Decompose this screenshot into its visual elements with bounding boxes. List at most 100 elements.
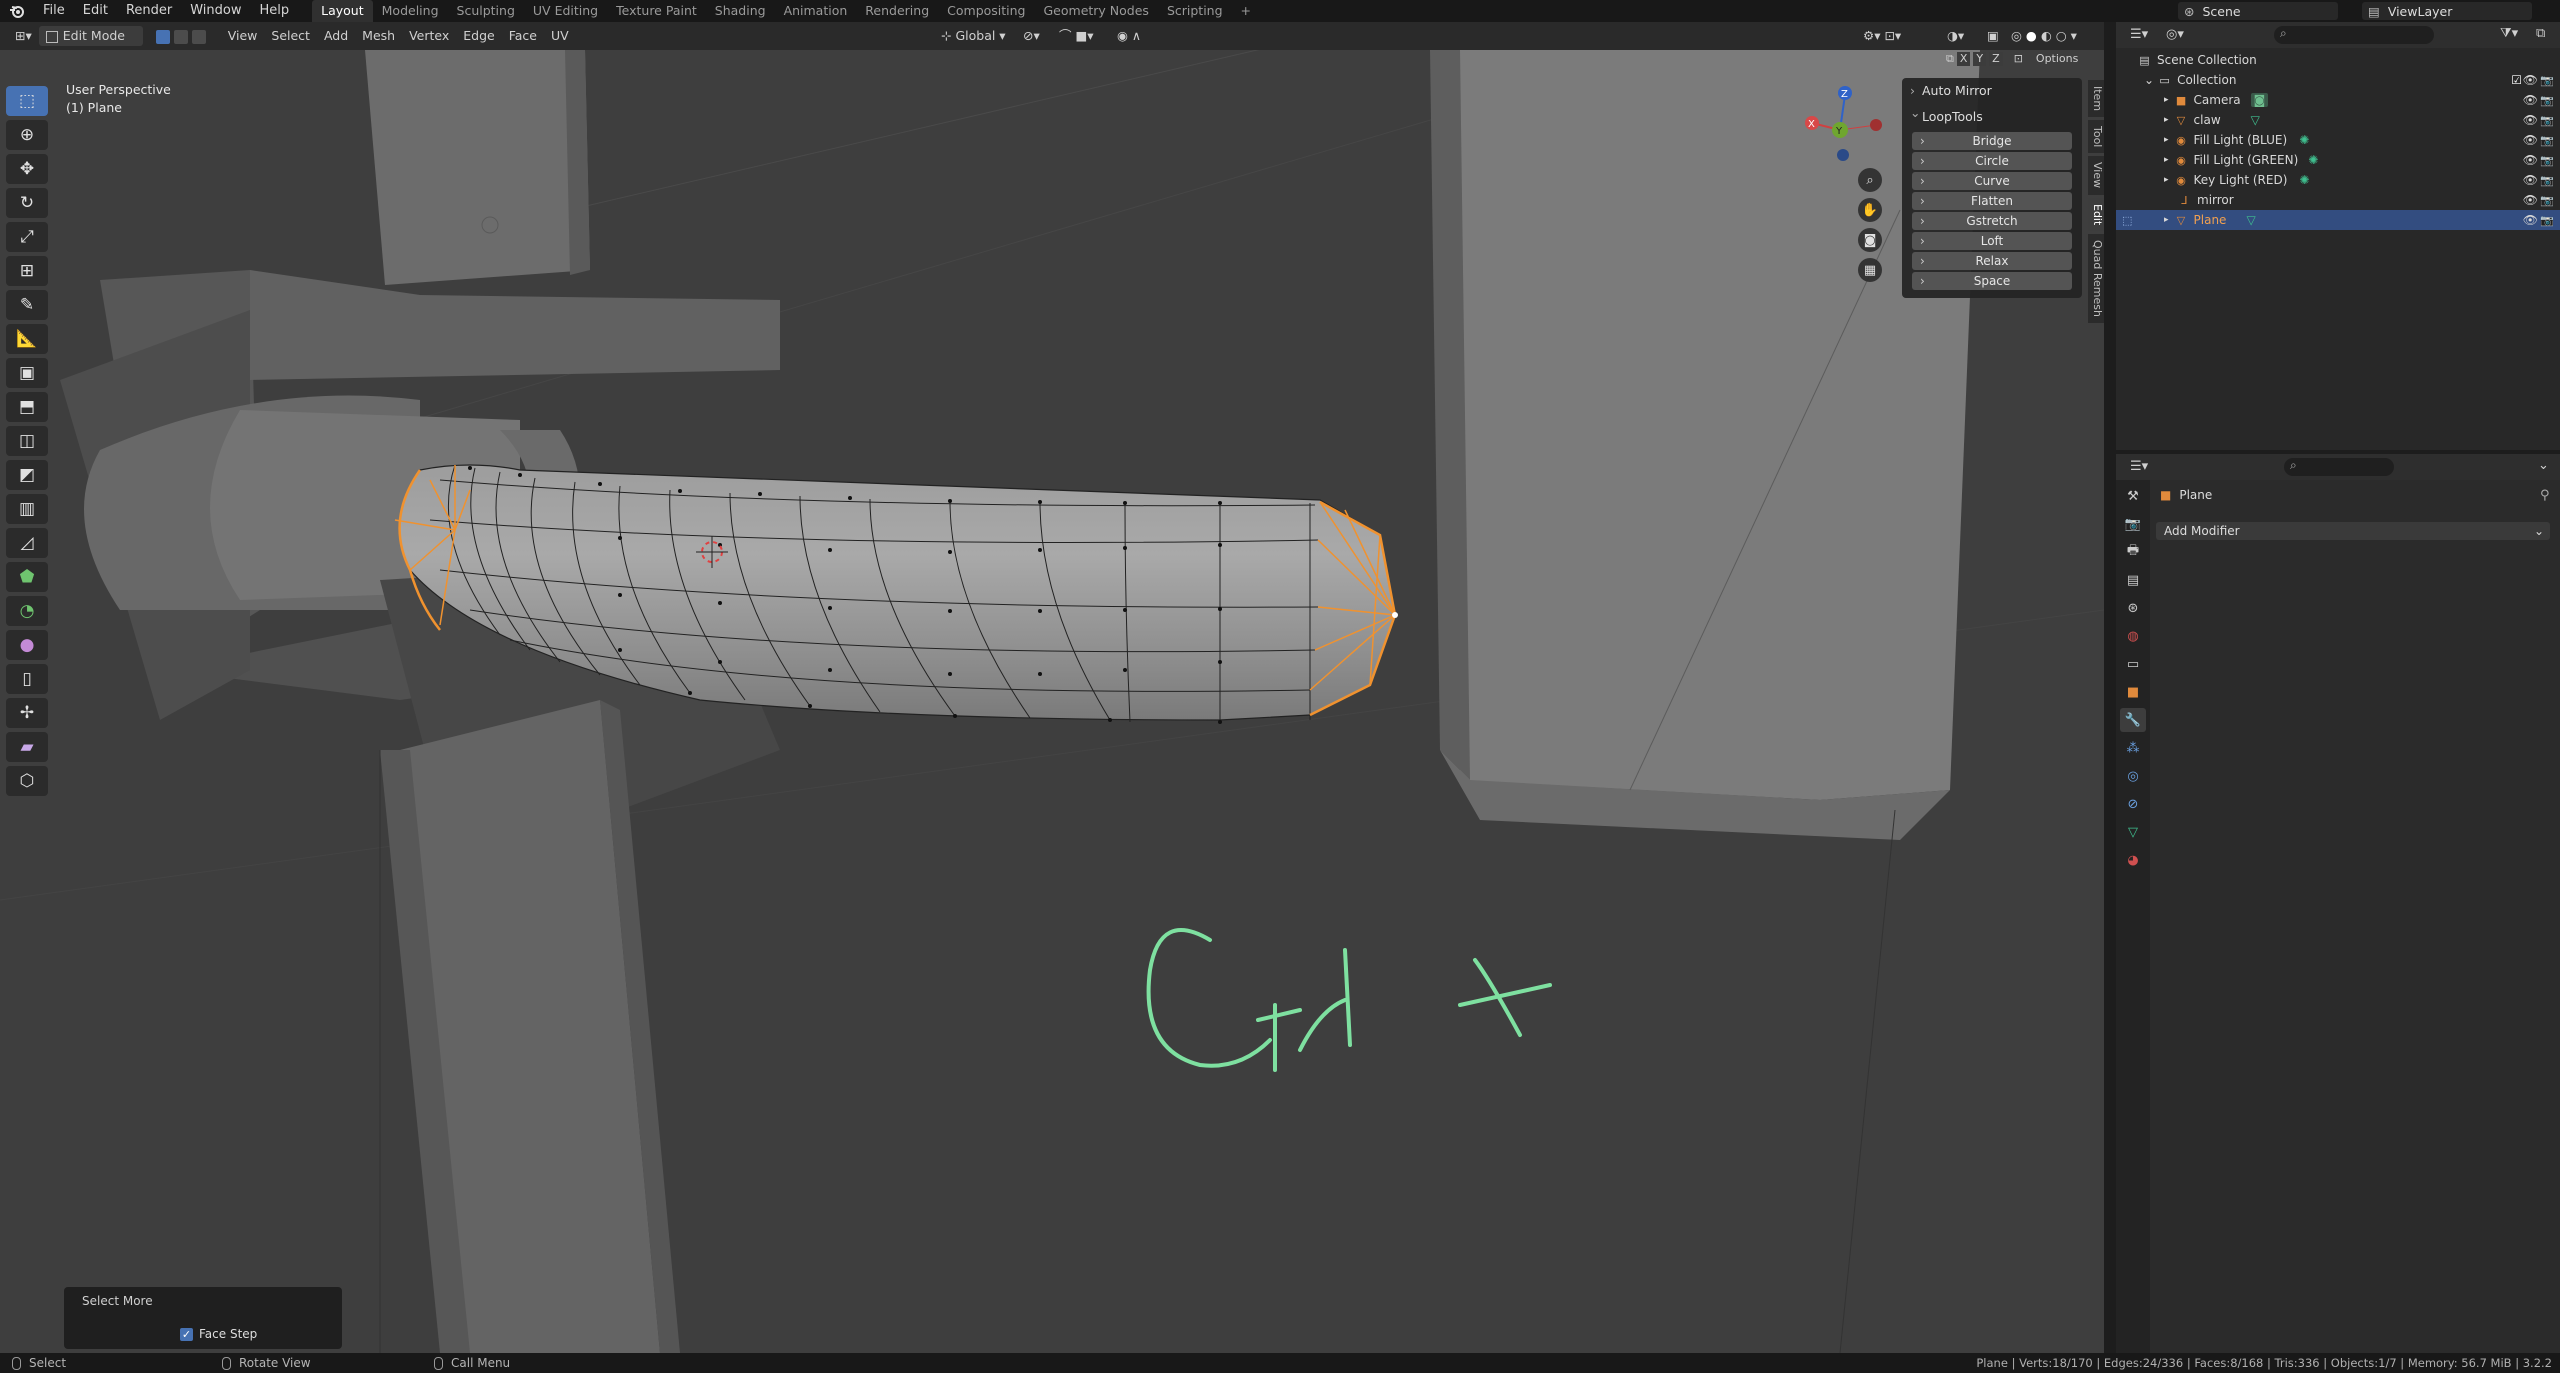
- add-modifier-dropdown[interactable]: Add Modifier ⌄: [2156, 522, 2550, 540]
- xray-toggle-icon[interactable]: ▣: [1980, 26, 2006, 46]
- outliner-item-fill-light-blue[interactable]: ▸ ◉ Fill Light (BLUE) ✺ 👁 📷: [2116, 130, 2560, 150]
- menu-vertex[interactable]: Vertex: [402, 26, 456, 46]
- tool-tab-icon[interactable]: ⚒: [2120, 484, 2146, 508]
- tab-uv-editing[interactable]: UV Editing: [524, 0, 607, 22]
- render-camera-icon[interactable]: 📷: [2540, 154, 2554, 167]
- overlays-toggle-icon[interactable]: ◑▾: [1940, 26, 1971, 46]
- inset-tool-icon[interactable]: ◫: [6, 426, 48, 456]
- tab-compositing[interactable]: Compositing: [938, 0, 1034, 22]
- transform-orientation-dropdown[interactable]: ⊹ Global ▾: [934, 26, 1013, 46]
- expand-arrow-icon[interactable]: ▸: [2164, 155, 2169, 165]
- menu-window[interactable]: Window: [181, 0, 250, 22]
- render-camera-icon[interactable]: 📷: [2540, 174, 2554, 187]
- menu-mesh[interactable]: Mesh: [355, 26, 402, 46]
- editor-type-icon[interactable]: ☰▾: [2130, 27, 2148, 42]
- camera-view-icon[interactable]: ◙: [1858, 228, 1882, 252]
- render-camera-icon[interactable]: 📷: [2540, 94, 2554, 107]
- outliner-item-claw[interactable]: ▸ ▽ claw ▽ 👁 📷: [2116, 110, 2560, 130]
- scene-tab-icon[interactable]: ⊛: [2120, 596, 2146, 620]
- outliner-item-key-light-red[interactable]: ▸ ◉ Key Light (RED) ✺ 👁 📷: [2116, 170, 2560, 190]
- editor-type-button[interactable]: ⊞▾: [8, 26, 39, 46]
- sidebar-tab-tool[interactable]: Tool: [2088, 120, 2104, 154]
- data-tab-icon[interactable]: ▽: [2120, 820, 2146, 844]
- render-camera-icon[interactable]: 📷: [2540, 194, 2554, 207]
- exclude-checkbox[interactable]: ☑: [2511, 73, 2522, 87]
- redo-panel-title[interactable]: Select More: [64, 1287, 342, 1308]
- looptools-circle-button[interactable]: Circle: [1912, 152, 2072, 170]
- wireframe-shading-icon[interactable]: ◎: [2011, 28, 2022, 43]
- looptools-space-button[interactable]: Space: [1912, 272, 2072, 290]
- measure-tool-icon[interactable]: 📐: [6, 324, 48, 354]
- render-tab-icon[interactable]: 📷: [2120, 512, 2146, 536]
- tab-animation[interactable]: Animation: [775, 0, 857, 22]
- select-mode-buttons[interactable]: [149, 26, 213, 46]
- outliner-collection[interactable]: ⌄ ▭ Collection ☑ 👁 📷: [2116, 70, 2560, 90]
- expand-arrow-icon[interactable]: ▸: [2164, 115, 2169, 125]
- view-layer-selector[interactable]: ▤ ViewLayer: [2362, 2, 2532, 20]
- constraints-tab-icon[interactable]: ⊘: [2120, 792, 2146, 816]
- menu-face[interactable]: Face: [502, 26, 544, 46]
- menu-view[interactable]: View: [221, 26, 265, 46]
- looptools-flatten-button[interactable]: Flatten: [1912, 192, 2072, 210]
- tab-layout[interactable]: Layout: [312, 0, 373, 22]
- rip-tool-icon[interactable]: ⬡: [6, 766, 48, 796]
- display-mode-icon[interactable]: ◎▾: [2166, 27, 2184, 42]
- pin-icon[interactable]: ⚲: [2540, 488, 2550, 503]
- shear-tool-icon[interactable]: ▰: [6, 732, 48, 762]
- edge-slide-tool-icon[interactable]: ▯: [6, 664, 48, 694]
- looptools-bridge-button[interactable]: Bridge: [1912, 132, 2072, 150]
- mirror-y-toggle[interactable]: Y: [1973, 52, 1987, 66]
- add-cube-tool-icon[interactable]: ▣: [6, 358, 48, 388]
- viewport-gizmo-toggle-icon[interactable]: ⚙▾ ⊡▾: [1856, 26, 1908, 46]
- pan-hand-icon[interactable]: ✋: [1858, 198, 1882, 222]
- menu-file[interactable]: File: [34, 0, 74, 22]
- snap-icon[interactable]: ⌒ ■▾: [1052, 26, 1101, 46]
- shading-modes[interactable]: ◎ ● ◐ ○ ▾: [2004, 26, 2084, 46]
- vertex-select-icon[interactable]: [155, 29, 170, 44]
- face-step-checkbox[interactable]: ✓ Face Step: [180, 1327, 257, 1341]
- menu-select[interactable]: Select: [264, 26, 317, 46]
- cursor-tool-icon[interactable]: ⊕: [6, 120, 48, 150]
- menu-help[interactable]: Help: [251, 0, 299, 22]
- tab-rendering[interactable]: Rendering: [856, 0, 938, 22]
- visibility-eye-icon[interactable]: 👁: [2523, 93, 2538, 107]
- outliner-item-plane[interactable]: ⬚ ▸ ▽ Plane ▽ 👁 📷: [2116, 210, 2560, 230]
- expand-arrow-icon[interactable]: ⌄: [2144, 73, 2154, 87]
- auto-mirror-panel-header[interactable]: Auto Mirror: [1902, 78, 2082, 104]
- add-workspace-button[interactable]: +: [1232, 0, 1260, 22]
- tab-geometry-nodes[interactable]: Geometry Nodes: [1035, 0, 1158, 22]
- loop-cut-tool-icon[interactable]: ▥: [6, 494, 48, 524]
- collection-tab-icon[interactable]: ▭: [2120, 652, 2146, 676]
- looptools-panel-header[interactable]: LoopTools: [1902, 100, 2082, 130]
- solid-shading-icon[interactable]: ●: [2026, 28, 2037, 43]
- blender-logo-icon[interactable]: [0, 0, 34, 22]
- smooth-tool-icon[interactable]: ●: [6, 630, 48, 660]
- visibility-eye-icon[interactable]: 👁: [2523, 213, 2538, 227]
- world-tab-icon[interactable]: ◍: [2120, 624, 2146, 648]
- looptools-curve-button[interactable]: Curve: [1912, 172, 2072, 190]
- expand-arrow-icon[interactable]: ▸: [2164, 175, 2169, 185]
- zoom-icon[interactable]: ⌕: [1858, 168, 1882, 192]
- poly-build-tool-icon[interactable]: ⬟: [6, 562, 48, 592]
- outliner-scene-collection[interactable]: ▤ Scene Collection: [2116, 50, 2560, 70]
- menu-render[interactable]: Render: [117, 0, 181, 22]
- mirror-x-toggle[interactable]: X: [1956, 52, 1971, 66]
- scale-tool-icon[interactable]: ⤢: [6, 222, 48, 252]
- face-select-icon[interactable]: [191, 29, 206, 44]
- rotate-tool-icon[interactable]: ↻: [6, 188, 48, 218]
- object-tab-icon[interactable]: ■: [2120, 680, 2146, 704]
- render-camera-icon[interactable]: 📷: [2540, 134, 2554, 147]
- outliner-item-camera[interactable]: ▸ ■ Camera ◙ 👁 📷: [2116, 90, 2560, 110]
- 3d-viewport[interactable]: Z X Y User Perspective (1) Plane ⌕ ✋ ◙ ▦…: [0, 50, 2104, 1353]
- tab-sculpting[interactable]: Sculpting: [448, 0, 524, 22]
- menu-edit[interactable]: Edit: [74, 0, 117, 22]
- knife-tool-icon[interactable]: ◿: [6, 528, 48, 558]
- sidebar-tab-edit[interactable]: Edit: [2088, 197, 2104, 231]
- render-camera-icon[interactable]: 📷: [2540, 114, 2554, 127]
- looptools-relax-button[interactable]: Relax: [1912, 252, 2072, 270]
- outliner-search-input[interactable]: ⌕: [2274, 26, 2434, 44]
- particles-tab-icon[interactable]: ⁂: [2120, 736, 2146, 760]
- move-tool-icon[interactable]: ✥: [6, 154, 48, 184]
- physics-tab-icon[interactable]: ◎: [2120, 764, 2146, 788]
- annotate-tool-icon[interactable]: ✎: [6, 290, 48, 320]
